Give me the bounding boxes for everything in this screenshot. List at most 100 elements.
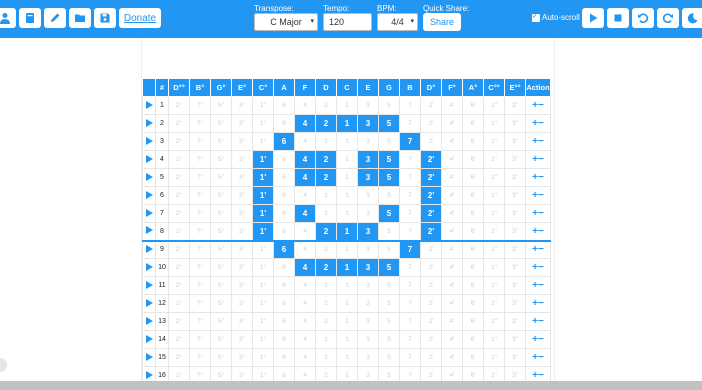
note-cell[interactable]: 7 (399, 132, 421, 151)
note-cell[interactable]: 1 (336, 276, 358, 295)
note-cell[interactable]: 2' (420, 240, 442, 259)
note-cell[interactable]: 1° (252, 240, 274, 259)
note-cell[interactable]: 5° (210, 186, 232, 205)
note-cell[interactable]: 5 (378, 96, 400, 115)
note-cell[interactable]: 1'' (483, 132, 505, 151)
note-cell[interactable]: 6' (462, 96, 484, 115)
note-cell[interactable]: 1 (336, 114, 358, 133)
note-cell[interactable]: 3'' (504, 276, 526, 295)
edit-button[interactable] (44, 8, 66, 28)
note-cell[interactable]: 1'' (483, 330, 505, 349)
note-cell[interactable]: 1 (336, 222, 358, 242)
note-cell[interactable]: 1'' (483, 258, 505, 277)
note-cell[interactable]: 7° (189, 330, 211, 349)
note-cell[interactable]: 1' (252, 150, 274, 169)
note-cell[interactable]: 7 (399, 186, 421, 205)
note-cell[interactable]: 1 (336, 312, 358, 331)
note-cell[interactable]: 3'' (504, 204, 526, 223)
note-cell[interactable]: 6 (273, 240, 295, 259)
note-cell[interactable]: 2' (420, 312, 442, 331)
note-cell[interactable]: 6 (273, 222, 295, 242)
note-cell[interactable]: 1° (252, 96, 274, 115)
tempo-input[interactable]: 120 (323, 13, 372, 31)
note-cell[interactable]: 1 (336, 330, 358, 349)
note-cell[interactable]: 1' (252, 186, 274, 205)
note-cell[interactable]: 2° (168, 240, 190, 259)
note-cell[interactable]: 5° (210, 240, 232, 259)
note-cell[interactable]: 3'' (504, 240, 526, 259)
note-cell[interactable]: 3'' (504, 294, 526, 313)
note-cell[interactable]: 5 (378, 240, 400, 259)
note-cell[interactable]: 2 (315, 168, 337, 187)
note-cell[interactable]: 3 (357, 276, 379, 295)
note-cell[interactable]: 3 (357, 294, 379, 313)
note-cell[interactable]: 2' (420, 150, 442, 169)
remove-row-button[interactable]: − (538, 316, 544, 327)
note-cell[interactable]: 3 (357, 114, 379, 133)
note-cell[interactable]: 5° (210, 96, 232, 115)
note-cell[interactable]: 7° (189, 132, 211, 151)
note-cell[interactable]: 2' (420, 132, 442, 151)
note-cell[interactable]: 5 (378, 204, 400, 223)
note-cell[interactable]: 5° (210, 222, 232, 242)
note-cell[interactable]: 6' (462, 150, 484, 169)
note-cell[interactable]: 2° (168, 348, 190, 367)
note-cell[interactable]: 4 (294, 258, 316, 277)
note-cell[interactable]: 6 (273, 330, 295, 349)
note-cell[interactable]: 3 (357, 258, 379, 277)
note-cell[interactable]: 5 (378, 312, 400, 331)
save-button[interactable] (94, 8, 116, 28)
note-cell[interactable]: 2 (315, 348, 337, 367)
note-cell[interactable]: 2' (420, 204, 442, 223)
note-cell[interactable]: 2° (168, 204, 190, 223)
undo-button[interactable] (632, 8, 654, 28)
note-cell[interactable]: 1'' (483, 294, 505, 313)
note-cell[interactable]: 7° (189, 276, 211, 295)
note-cell[interactable]: 1° (252, 132, 274, 151)
note-cell[interactable]: 7 (399, 312, 421, 331)
note-cell[interactable]: 2° (168, 312, 190, 331)
row-play-button[interactable] (142, 132, 156, 151)
remove-row-button[interactable]: − (538, 298, 544, 309)
note-cell[interactable]: 4 (294, 150, 316, 169)
dark-mode-button[interactable] (682, 8, 702, 28)
note-cell[interactable]: 4' (441, 150, 463, 169)
note-cell[interactable]: 2' (420, 114, 442, 133)
note-cell[interactable]: 6 (273, 96, 295, 115)
note-cell[interactable]: 7° (189, 204, 211, 223)
autoscroll-toggle[interactable]: Auto-scroll (532, 11, 580, 22)
note-cell[interactable]: 1 (336, 132, 358, 151)
note-cell[interactable]: 2° (168, 294, 190, 313)
note-cell[interactable]: 6 (273, 204, 295, 223)
remove-row-button[interactable]: − (538, 172, 544, 183)
note-cell[interactable]: 3'' (504, 330, 526, 349)
transpose-select[interactable]: C Major ▾ (254, 13, 318, 31)
note-cell[interactable]: 2 (315, 258, 337, 277)
remove-row-button[interactable]: − (538, 226, 544, 237)
note-cell[interactable]: 1° (252, 258, 274, 277)
note-cell[interactable]: 5° (210, 150, 232, 169)
note-cell[interactable]: 6' (462, 186, 484, 205)
note-cell[interactable]: 2° (168, 114, 190, 133)
note-cell[interactable]: 3 (357, 348, 379, 367)
note-cell[interactable]: 6' (462, 312, 484, 331)
note-cell[interactable]: 1° (252, 276, 274, 295)
note-cell[interactable]: 3'' (504, 150, 526, 169)
horizontal-scrollbar[interactable] (0, 381, 702, 390)
note-cell[interactable]: 2 (315, 222, 337, 242)
note-cell[interactable]: 1 (336, 258, 358, 277)
row-play-button[interactable] (142, 240, 156, 259)
note-cell[interactable]: 3'' (504, 132, 526, 151)
note-cell[interactable]: 4' (441, 294, 463, 313)
note-cell[interactable]: 4' (441, 96, 463, 115)
note-cell[interactable]: 4' (441, 312, 463, 331)
note-cell[interactable]: 3'' (504, 312, 526, 331)
note-cell[interactable]: 7 (399, 258, 421, 277)
note-cell[interactable]: 5° (210, 258, 232, 277)
note-cell[interactable]: 3 (357, 240, 379, 259)
note-cell[interactable]: 2 (315, 204, 337, 223)
note-cell[interactable]: 5 (378, 168, 400, 187)
note-cell[interactable]: 6 (273, 348, 295, 367)
note-cell[interactable]: 7° (189, 168, 211, 187)
note-cell[interactable]: 4 (294, 114, 316, 133)
